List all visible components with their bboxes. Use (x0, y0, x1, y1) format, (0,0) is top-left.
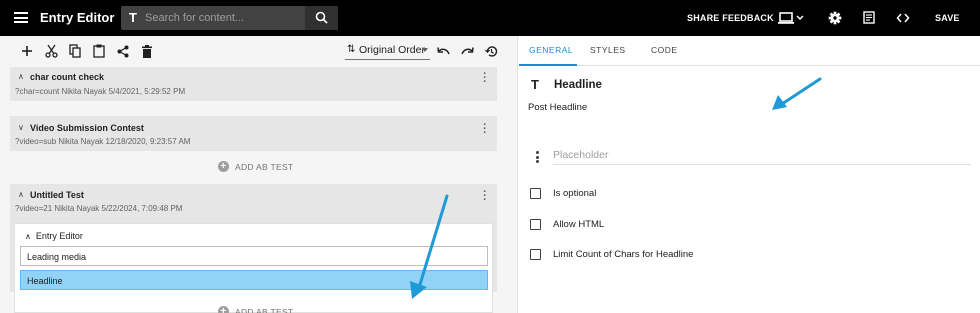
search-bar[interactable]: T (121, 6, 338, 30)
delete-icon[interactable] (139, 43, 155, 59)
search-button[interactable] (305, 6, 338, 30)
paste-icon[interactable] (91, 43, 107, 59)
option-allow-html[interactable]: Allow HTML (530, 219, 604, 230)
tab-bar: GENERAL STYLES CODE (519, 36, 980, 66)
editor-toolbar: ⇅ Original Order (0, 36, 517, 66)
test-list-panel: ⇅ Original Order ∧ char count check ?cha… (0, 36, 518, 313)
checkbox[interactable] (530, 188, 541, 199)
component-row-headline[interactable]: Headline (20, 270, 488, 290)
add-ab-test-label: ADD AB TEST (235, 161, 294, 172)
text-type-icon: T (531, 77, 539, 92)
option-limit-count[interactable]: Limit Count of Chars for Headline (530, 249, 693, 260)
device-preview-button[interactable] (778, 0, 806, 36)
active-tab-indicator (519, 64, 577, 66)
add-ab-test-label: ADD AB TEST (235, 306, 294, 313)
settings-button[interactable] (828, 0, 842, 36)
placeholder-input[interactable] (553, 145, 971, 165)
checkbox[interactable] (530, 249, 541, 260)
more-vert-icon[interactable]: · · · (482, 120, 488, 139)
option-label: Limit Count of Chars for Headline (553, 249, 694, 260)
more-vert-icon[interactable] (536, 151, 540, 165)
option-is-optional[interactable]: Is optional (530, 188, 596, 199)
option-label: Allow HTML (553, 219, 605, 230)
share-feedback-button[interactable]: SHARE FEEDBACK (687, 0, 774, 36)
laptop-icon (778, 12, 804, 24)
add-icon[interactable] (19, 43, 35, 59)
code-icon (896, 13, 910, 23)
test-card-subtitle: ?video=sub Nikita Nayak 12/18/2020, 9:23… (15, 137, 191, 146)
properties-panel: GENERAL STYLES CODE T Headline Post Head… (519, 36, 980, 313)
text-type-icon: T (129, 10, 137, 25)
option-label: Is optional (553, 188, 597, 199)
save-button[interactable]: SAVE (935, 0, 960, 36)
more-vert-icon[interactable]: · · · (482, 187, 488, 206)
test-card-subtitle: ?char=count Nikita Nayak 5/4/2021, 5:29:… (15, 87, 186, 96)
annotation-arrow (772, 77, 822, 110)
chevron-up-icon[interactable]: ∨ (18, 123, 24, 132)
redo-icon[interactable] (459, 43, 475, 59)
test-card-title: Untitled Test (30, 190, 84, 200)
tab-general[interactable]: GENERAL (529, 45, 573, 55)
search-icon (315, 11, 328, 24)
test-card-title: Video Submission Contest (30, 123, 144, 133)
add-circle-icon: + (218, 161, 229, 172)
more-vert-icon[interactable]: · · · (482, 69, 488, 88)
undo-icon[interactable] (435, 43, 451, 59)
test-card[interactable]: ∨ Video Submission Contest ?video=sub Ni… (10, 116, 497, 151)
app-title: Entry Editor (40, 10, 115, 25)
entry-editor-header[interactable]: ∧ Entry Editor (25, 231, 83, 241)
test-card[interactable]: ∧ char count check ?char=count Nikita Na… (10, 67, 497, 101)
field-subtitle: Post Headline (528, 102, 588, 113)
article-icon (863, 11, 875, 24)
entry-editor-panel: ∧ Entry Editor Leading media Headline (14, 223, 493, 313)
chevron-down-icon (422, 48, 428, 52)
component-row-leading-media[interactable]: Leading media (20, 246, 488, 266)
checkbox[interactable] (530, 219, 541, 230)
add-ab-test-button[interactable]: + ADD AB TEST (218, 161, 293, 172)
chevron-up-icon: ∧ (25, 232, 31, 241)
share-icon[interactable] (115, 43, 131, 59)
history-icon[interactable] (483, 43, 499, 59)
cut-icon[interactable] (43, 43, 59, 59)
add-ab-test-button[interactable]: + ADD AB TEST (218, 306, 293, 313)
copy-icon[interactable] (67, 43, 83, 59)
test-card-subtitle: ?video=21 Nikita Nayak 5/22/2024, 7:09:4… (15, 204, 183, 213)
code-view-button[interactable] (896, 0, 910, 36)
gear-icon (828, 11, 842, 25)
search-input[interactable] (145, 9, 305, 27)
article-view-button[interactable] (863, 0, 875, 36)
field-title: Headline (554, 79, 602, 91)
chevron-up-icon[interactable]: ∧ (18, 190, 24, 199)
top-app-bar: Entry Editor T SHARE FEEDBACK (0, 0, 980, 36)
entry-editor-title: Entry Editor (35, 231, 83, 241)
chevron-up-icon[interactable]: ∧ (18, 72, 24, 81)
test-card-title: char count check (30, 72, 105, 82)
tab-styles[interactable]: STYLES (590, 45, 626, 55)
menu-icon[interactable] (14, 12, 28, 23)
order-select-label: Original Order (359, 44, 425, 56)
add-circle-icon: + (218, 306, 229, 313)
tab-code[interactable]: CODE (651, 45, 678, 55)
order-select[interactable]: ⇅ Original Order (345, 42, 430, 60)
swap-vertical-icon: ⇅ (347, 44, 356, 55)
